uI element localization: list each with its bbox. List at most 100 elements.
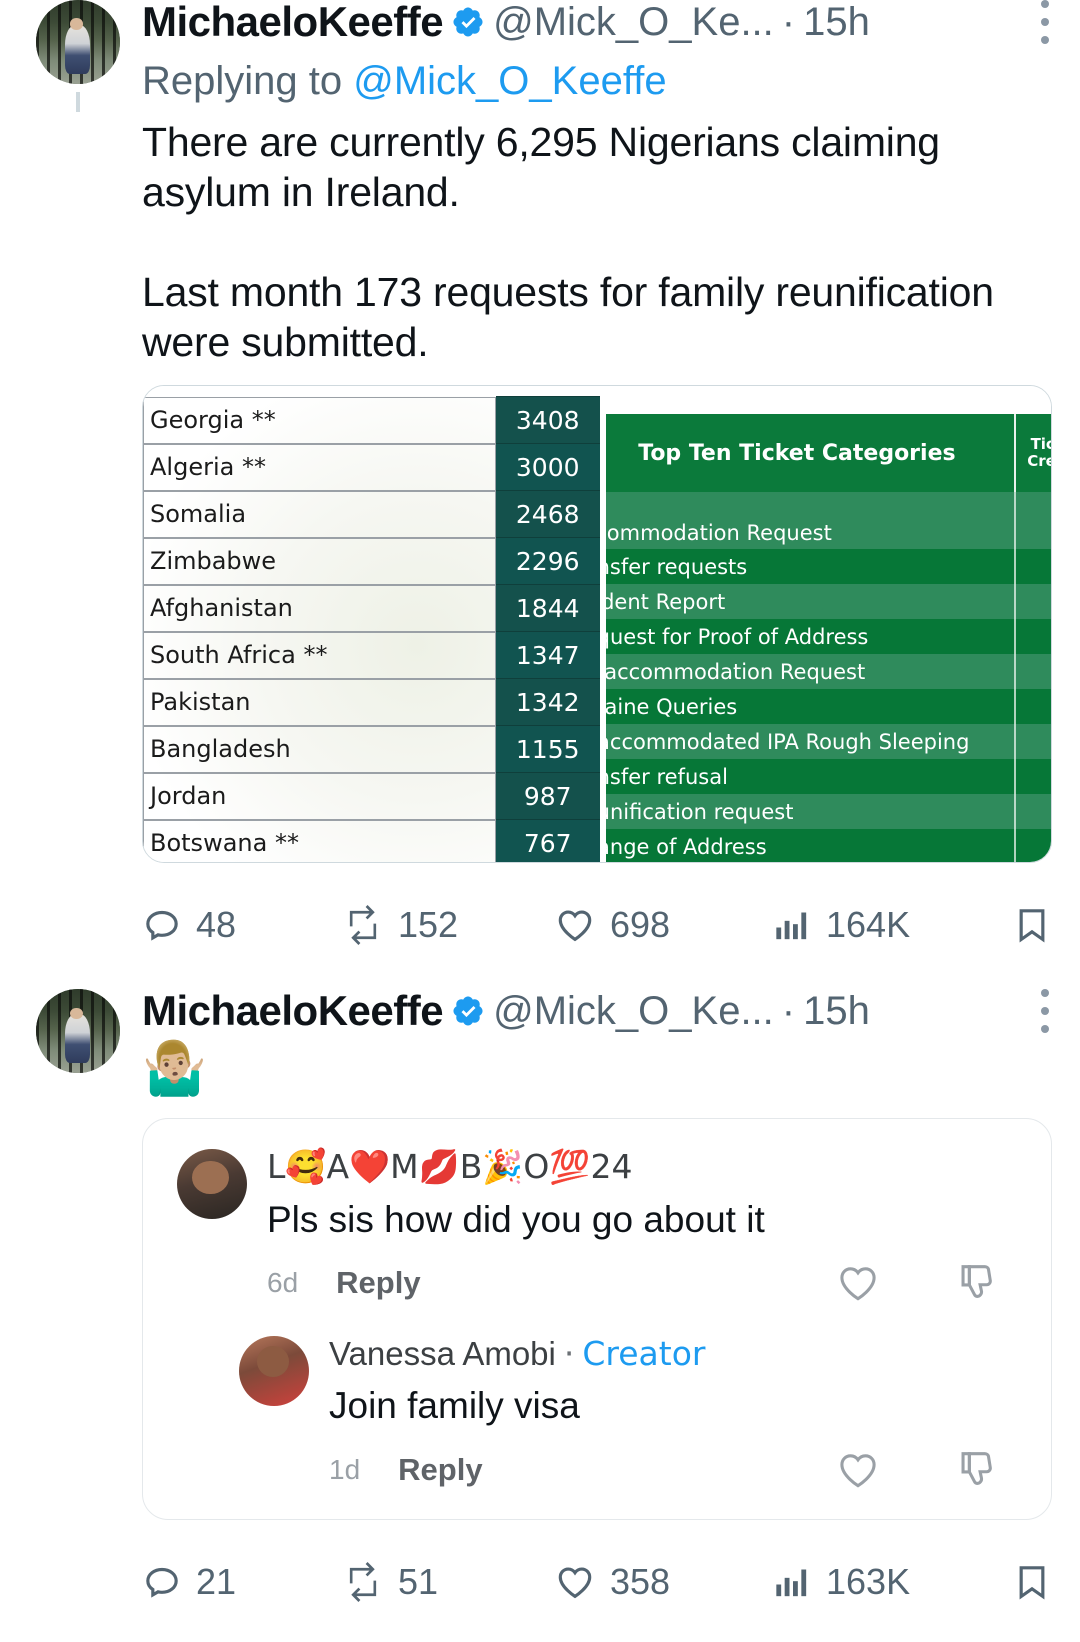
bookmark-button[interactable] [1012, 905, 1080, 945]
country-value: 3408 [495, 396, 600, 445]
retweet-icon [349, 905, 377, 946]
country-table-body: Georgia ** 3408 Algeria ** 3000 Somalia … [143, 396, 600, 863]
thread-connector-line [76, 92, 80, 112]
reply-button[interactable]: 48 [142, 904, 342, 946]
table-row: e-accommodation Request 2 [605, 654, 1051, 690]
ticket-category: e-accommodation Request [605, 654, 1017, 690]
tweet-content: MichaeloKeeffe @Mick_O_Ke... · 15h Reply… [128, 0, 1052, 953]
commenter-name[interactable]: L🥰A❤️M💋B🎉O💯24 [267, 1149, 1017, 1186]
country-name: Georgia ** [143, 396, 496, 444]
reply-meta-row: 1d Reply [329, 1447, 1017, 1493]
media-attachment-card[interactable]: Georgia ** 3408 Algeria ** 3000 Somalia … [142, 385, 1052, 864]
embedded-comment-card[interactable]: L🥰A❤️M💋B🎉O💯24 Pls sis how did you go abo… [142, 1118, 1052, 1520]
retweet-button[interactable]: 51 [342, 1561, 554, 1603]
replier-avatar[interactable] [239, 1336, 309, 1407]
more-options-icon[interactable] [1041, 0, 1052, 44]
table-row: Zimbabwe 2296 [143, 537, 600, 586]
ticket-category: naccommodated IPA Rough Sleeping [605, 724, 1017, 760]
reply-timestamp: 1d [329, 1453, 361, 1485]
country-name: South Africa ** [143, 631, 496, 679]
reply-button[interactable]: 21 [142, 1561, 342, 1603]
tweet-action-bar: 48 152 698 164K [142, 897, 1052, 953]
thumbs-down-icon [961, 1452, 992, 1485]
like-count: 358 [610, 1560, 671, 1602]
country-name: Pakistan [143, 678, 496, 726]
country-table-image[interactable]: Georgia ** 3408 Algeria ** 3000 Somalia … [143, 386, 600, 863]
commenter-avatar[interactable] [177, 1149, 247, 1220]
ticket-category: kraine Queries [605, 689, 1017, 725]
ticket-category: ccommodation Request [605, 492, 1017, 550]
table-row: Afghanistan 1844 [143, 584, 600, 633]
display-name[interactable]: MichaeloKeeffe [142, 990, 444, 1032]
tweet-1[interactable]: MichaeloKeeffe @Mick_O_Ke... · 15h Reply… [0, 0, 1080, 953]
country-name: Zimbabwe [143, 537, 496, 585]
comment-reply-button[interactable]: Reply [336, 1265, 420, 1301]
retweet-count: 51 [398, 1560, 439, 1602]
ticket-category: cident Report [605, 584, 1017, 620]
user-handle[interactable]: @Mick_O_Ke... [493, 991, 774, 1031]
ticket-count-header: TicketsCreated [1015, 414, 1051, 493]
retweet-icon [349, 1561, 377, 1602]
replying-to-line: Replying to @Mick_O_Keeffe [142, 58, 1052, 105]
ticket-table-image[interactable]: Top Ten Ticket Categories TicketsCreated… [599, 386, 1051, 863]
analytics-icon [776, 912, 807, 940]
comment-text: Pls sis how did you go about it [267, 1198, 765, 1240]
timestamp[interactable]: 15h [803, 2, 870, 42]
avatar[interactable] [36, 0, 120, 84]
ticket-count: 1 [1015, 794, 1051, 830]
like-button[interactable]: 698 [554, 904, 772, 946]
country-name: Bangladesh [143, 725, 496, 773]
table-row: kraine Queries 1 [605, 689, 1051, 725]
views-button[interactable]: 163K [772, 1561, 1012, 1603]
header-separator: · [781, 989, 796, 1034]
ticket-category: equest for Proof of Address [605, 619, 1017, 655]
table-row: naccommodated IPA Rough Sleeping 1 [605, 724, 1051, 760]
country-value: 987 [495, 772, 600, 821]
bookmark-button[interactable] [1012, 1562, 1080, 1602]
ticket-count: 3 [1015, 584, 1051, 620]
country-table: Georgia ** 3408 Algeria ** 3000 Somalia … [143, 396, 600, 863]
views-button[interactable]: 164K [772, 904, 1012, 946]
table-row: hange of Address 1 [605, 829, 1051, 863]
user-handle[interactable]: @Mick_O_Ke... [493, 2, 774, 42]
table-row: equest for Proof of Address 3 [605, 619, 1051, 655]
country-name: Somalia [143, 490, 496, 538]
avatar[interactable] [36, 989, 120, 1074]
retweet-button[interactable]: 152 [342, 904, 554, 946]
replier-display-name[interactable]: Vanessa Amobi [329, 1335, 556, 1372]
ticket-category-header: Top Ten Ticket Categories [605, 414, 1017, 493]
avatar-person [64, 1014, 90, 1064]
like-button[interactable]: 358 [554, 1561, 772, 1603]
more-options-icon[interactable] [1041, 989, 1052, 1034]
replying-to-handle[interactable]: @Mick_O_Keeffe [353, 59, 666, 103]
country-name: Algeria ** [143, 443, 496, 491]
views-count: 163K [826, 1560, 911, 1602]
country-value: 1347 [495, 631, 600, 680]
table-row: Bangladesh 1155 [143, 725, 600, 774]
reply-body: Vanessa Amobi · Creator Join family visa… [329, 1334, 1017, 1493]
country-value: 2296 [495, 537, 600, 586]
tweet-2[interactable]: MichaeloKeeffe @Mick_O_Ke... · 15h 🤷🏼‍♂️ [0, 989, 1080, 1610]
bookmark-icon [1019, 909, 1045, 943]
tweet-content: MichaeloKeeffe @Mick_O_Ke... · 15h 🤷🏼‍♂️ [128, 989, 1052, 1610]
verified-badge-icon [451, 994, 485, 1028]
display-name[interactable]: MichaeloKeeffe [142, 1, 444, 43]
table-row: Algeria ** 3000 [143, 443, 600, 492]
heart-icon [558, 1567, 592, 1599]
creator-badge: Creator [582, 1334, 706, 1374]
reply-reply-button[interactable]: Reply [398, 1452, 482, 1488]
table-row: Jordan 987 [143, 772, 600, 821]
retweet-count: 152 [398, 904, 459, 946]
country-value: 1844 [495, 584, 600, 633]
tweet-header: MichaeloKeeffe @Mick_O_Ke... · 15h [142, 989, 1052, 1034]
table-row: ansfer requests 3 [605, 549, 1051, 585]
ticket-category: hange of Address [605, 829, 1017, 863]
comment-meta-row: 6d Reply [267, 1260, 1017, 1306]
reply-reaction-icons [835, 1447, 1017, 1493]
country-value: 1155 [495, 725, 600, 774]
comment-timestamp: 6d [267, 1267, 299, 1299]
country-name: Afghanistan [143, 584, 496, 632]
timestamp[interactable]: 15h [803, 991, 870, 1031]
verified-badge-icon [451, 5, 485, 39]
comment-body: L🥰A❤️M💋B🎉O💯24 Pls sis how did you go abo… [267, 1149, 1017, 1306]
